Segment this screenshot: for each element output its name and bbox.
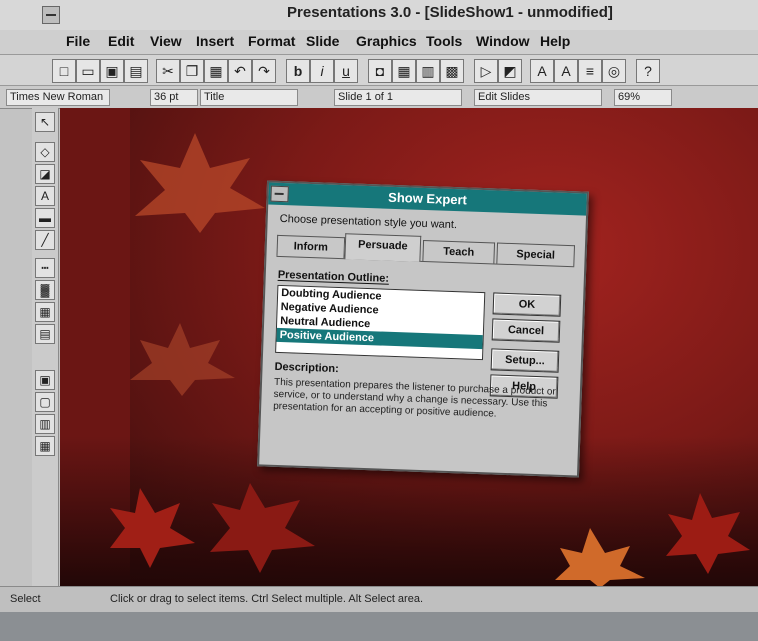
maple-leaf-decoration bbox=[130, 323, 235, 396]
play-icon[interactable]: ▷ bbox=[474, 59, 498, 83]
copy-icon[interactable]: ❐ bbox=[180, 59, 204, 83]
font-select[interactable]: Times New Roman bbox=[6, 89, 110, 106]
format-bar: Times New Roman 36 pt Title Slide 1 of 1… bbox=[0, 86, 758, 109]
outline-view-icon[interactable]: ▢ bbox=[35, 392, 55, 412]
menu-format[interactable]: Format bbox=[248, 33, 295, 49]
title-bar: Presentations 3.0 - [SlideShow1 - unmodi… bbox=[0, 0, 758, 31]
color-icon[interactable]: ▤ bbox=[35, 324, 55, 344]
style-select[interactable]: Title bbox=[200, 89, 298, 106]
list-view-icon[interactable]: ▥ bbox=[35, 414, 55, 434]
menu-bar: File Edit View Insert Format Slide Graph… bbox=[0, 30, 758, 55]
status-mode: Select bbox=[10, 593, 41, 605]
italic-button[interactable]: i bbox=[310, 59, 334, 83]
desktop-edge bbox=[0, 612, 758, 641]
font-size-select[interactable]: 36 pt bbox=[150, 89, 198, 106]
save-icon[interactable]: ▣ bbox=[100, 59, 124, 83]
maple-leaf-decoration bbox=[555, 493, 750, 586]
paste-icon[interactable]: ▦ bbox=[204, 59, 228, 83]
select-arrow-icon[interactable]: ↖ bbox=[35, 112, 55, 132]
setup-button[interactable]: Setup... bbox=[490, 348, 560, 373]
line-style-icon[interactable]: ┅ bbox=[35, 258, 55, 278]
app-title: Presentations 3.0 - [SlideShow1 - unmodi… bbox=[287, 4, 613, 21]
view-select[interactable]: Edit Slides bbox=[474, 89, 602, 106]
show-expert-dialog: Show Expert Choose presentation style yo… bbox=[257, 180, 589, 478]
menu-slide[interactable]: Slide bbox=[306, 33, 339, 49]
menu-edit[interactable]: Edit bbox=[108, 33, 134, 49]
layout-icon[interactable]: ▦ bbox=[392, 59, 416, 83]
diamond-shape-icon[interactable]: ◇ bbox=[35, 142, 55, 162]
help-pointer-icon[interactable]: ? bbox=[636, 59, 660, 83]
slide-navigator[interactable]: Slide 1 of 1 bbox=[334, 89, 462, 106]
line-tool-icon[interactable]: ╱ bbox=[35, 230, 55, 250]
shape-tool-icon[interactable]: ▬ bbox=[35, 208, 55, 228]
menu-insert[interactable]: Insert bbox=[196, 33, 234, 49]
tab-teach[interactable]: Teach bbox=[422, 239, 496, 264]
tab-special[interactable]: Special bbox=[496, 242, 576, 267]
outliner-icon[interactable]: ▥ bbox=[416, 59, 440, 83]
open-file-icon[interactable]: ▭ bbox=[76, 59, 100, 83]
slide-view-icon[interactable]: ▣ bbox=[35, 370, 55, 390]
redo-icon[interactable]: ↷ bbox=[252, 59, 276, 83]
cut-icon[interactable]: ✂ bbox=[156, 59, 180, 83]
system-menu-icon[interactable] bbox=[42, 6, 60, 24]
print-icon[interactable]: ▤ bbox=[124, 59, 148, 83]
status-hint: Click or drag to select items. Ctrl Sele… bbox=[110, 593, 424, 605]
description-label: Description: bbox=[274, 360, 339, 376]
bold-button[interactable]: b bbox=[286, 59, 310, 83]
chart-tool-icon[interactable]: ◪ bbox=[35, 164, 55, 184]
maple-leaf-decoration bbox=[110, 483, 315, 573]
text-tool-icon[interactable]: A bbox=[35, 186, 55, 206]
status-bar: Select Click or drag to select items. Ct… bbox=[0, 586, 758, 613]
menu-view[interactable]: View bbox=[150, 33, 182, 49]
text-size-icon[interactable]: A bbox=[530, 59, 554, 83]
menu-tools[interactable]: Tools bbox=[426, 33, 462, 49]
dialog-system-menu-icon[interactable] bbox=[270, 185, 289, 203]
main-toolbar: □ ▭ ▣ ▤ ✂ ❐ ▦ ↶ ↷ b i u ◘ ▦ ▥ ▩ ▷ ◩ A A … bbox=[0, 55, 758, 86]
ok-button[interactable]: OK bbox=[492, 292, 562, 317]
font-color-icon[interactable]: A bbox=[554, 59, 578, 83]
sorter-view-icon[interactable]: ▦ bbox=[35, 436, 55, 456]
dialog-prompt: Choose presentation style you want. bbox=[279, 212, 458, 232]
pattern-icon[interactable]: ▦ bbox=[35, 302, 55, 322]
align-icon[interactable]: ≡ bbox=[578, 59, 602, 83]
menu-window[interactable]: Window bbox=[476, 33, 530, 49]
fill-icon[interactable]: ▓ bbox=[35, 280, 55, 300]
tab-persuade[interactable]: Persuade bbox=[344, 233, 422, 262]
menu-graphics[interactable]: Graphics bbox=[356, 33, 417, 49]
application-window: Presentations 3.0 - [SlideShow1 - unmodi… bbox=[0, 0, 758, 641]
drawing-toolbar: ↖ ◇ ◪ A ▬ ╱ ┅ ▓ ▦ ▤ ▣ ▢ ▥ ▦ bbox=[32, 108, 59, 608]
menu-help[interactable]: Help bbox=[540, 33, 570, 49]
chart-icon[interactable]: ◩ bbox=[498, 59, 522, 83]
menu-file[interactable]: File bbox=[66, 33, 90, 49]
presentation-outline-list[interactable]: Doubting Audience Negative Audience Neut… bbox=[275, 284, 486, 361]
slide-icon[interactable]: ◘ bbox=[368, 59, 392, 83]
zoom-icon[interactable]: ◎ bbox=[602, 59, 626, 83]
cancel-button[interactable]: Cancel bbox=[491, 318, 561, 343]
zoom-select[interactable]: 69% bbox=[614, 89, 672, 106]
underline-button[interactable]: u bbox=[334, 59, 358, 83]
tab-inform[interactable]: Inform bbox=[276, 234, 346, 259]
new-file-icon[interactable]: □ bbox=[52, 59, 76, 83]
undo-icon[interactable]: ↶ bbox=[228, 59, 252, 83]
maple-leaf-decoration bbox=[135, 133, 265, 233]
sorter-icon[interactable]: ▩ bbox=[440, 59, 464, 83]
